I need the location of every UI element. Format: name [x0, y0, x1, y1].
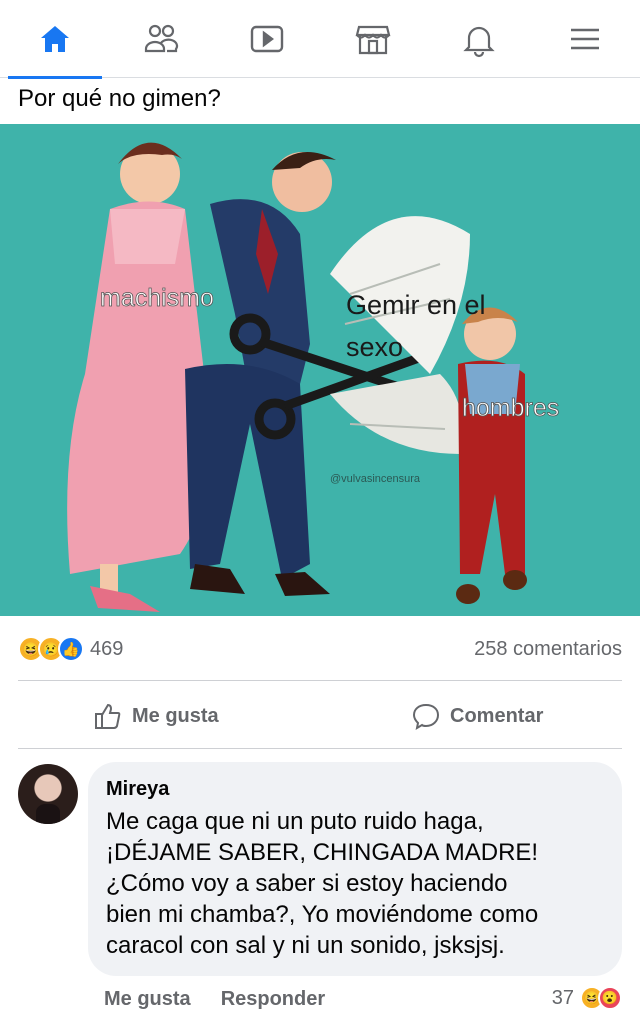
avatar[interactable]	[18, 764, 78, 824]
post-image[interactable]: machismo Gemir en el sexo hombres @vulva…	[0, 124, 640, 616]
divider	[18, 748, 622, 749]
label-hombres: hombres	[462, 394, 559, 422]
comment-text: Me caga que ni un puto ruido haga, ¡DÉJA…	[106, 808, 539, 959]
comment-button[interactable]: Comentar	[410, 700, 543, 732]
comment-bubble: Mireya Me caga que ni un puto ruido haga…	[88, 762, 622, 976]
wow-icon: 😮	[598, 986, 622, 1010]
tab-friends[interactable]	[108, 0, 214, 78]
comment-reaction-count: 37	[551, 986, 574, 1009]
comment-label: Comentar	[450, 704, 544, 727]
post-actions: Me gusta Comentar	[0, 690, 640, 744]
comments-count[interactable]: 258 comentarios	[474, 638, 622, 661]
meme-illustration: machismo Gemir en el sexo hombres @vulva…	[0, 124, 640, 616]
tab-notifications[interactable]	[426, 0, 532, 78]
bell-icon	[463, 26, 495, 58]
post-stats: 😆 😢 👍 469 258 comentarios	[0, 626, 640, 672]
divider	[18, 680, 622, 681]
comment-actions: Me gusta Responder	[104, 988, 325, 1011]
comment-reply-button[interactable]: Responder	[221, 988, 325, 1011]
tab-marketplace[interactable]	[320, 0, 426, 78]
watermark: @vulvasincensura	[330, 473, 421, 485]
thumbs-up-icon	[95, 703, 121, 729]
like-icon: 👍	[58, 636, 84, 662]
friends-icon	[144, 24, 179, 53]
label-gemir: Gemir en el	[346, 290, 486, 320]
like-label: Me gusta	[132, 704, 219, 727]
top-navigation	[0, 0, 640, 79]
home-icon	[41, 26, 69, 52]
reaction-count: 469	[90, 637, 124, 660]
label-sexo: sexo	[346, 332, 403, 362]
tab-home[interactable]	[2, 0, 108, 79]
tab-watch[interactable]	[214, 0, 320, 78]
hamburger-menu-icon	[571, 28, 599, 50]
post-text: Por qué no gimen?	[18, 85, 221, 112]
like-button[interactable]: Me gusta	[92, 700, 219, 732]
label-machismo: machismo	[100, 284, 214, 312]
comment-reactions[interactable]: 37 😆 😮	[552, 986, 622, 1010]
comment-icon	[412, 703, 440, 731]
watch-icon	[250, 25, 284, 53]
tab-menu[interactable]	[532, 0, 638, 78]
marketplace-icon	[355, 25, 391, 55]
reactions-summary[interactable]: 😆 😢 👍 469	[18, 636, 123, 662]
comment-like-button[interactable]: Me gusta	[104, 988, 191, 1011]
comment-author[interactable]: Mireya	[106, 776, 604, 802]
